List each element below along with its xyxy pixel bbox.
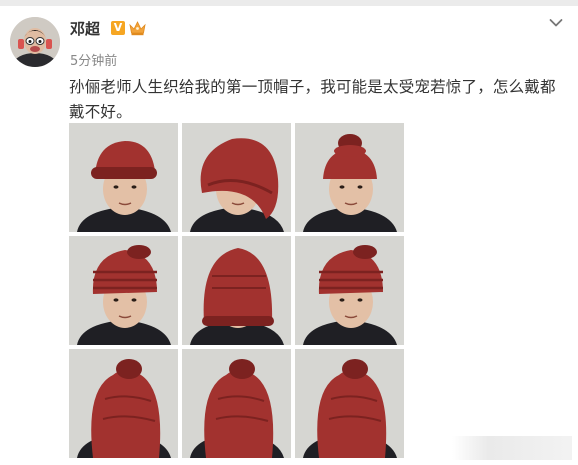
photo-hat-back[interactable] (182, 123, 291, 232)
photo-hat-full-cover-right[interactable] (295, 349, 404, 458)
post-text: 孙俪老师人生织给我的第一顶帽子，我可能是太受宠若惊了，怎么戴都戴不好。 (69, 78, 556, 121)
chevron-down-icon[interactable] (549, 18, 563, 28)
photo-hat-full-cover-front[interactable] (182, 349, 291, 458)
photo-hat-side-left[interactable] (69, 236, 178, 345)
avatar[interactable] (10, 17, 60, 67)
photo-hat-tilted[interactable] (295, 236, 404, 345)
photo-hat-over-eyes[interactable] (182, 236, 291, 345)
username[interactable]: 邓超 (70, 18, 100, 39)
photo-hat-full-cover-profile[interactable] (69, 349, 178, 458)
watermark (452, 436, 572, 460)
photo-hat-front[interactable] (295, 123, 404, 232)
crown-icon (129, 21, 146, 36)
verified-badge: V (111, 21, 125, 35)
photo-hat-front-left[interactable] (69, 123, 178, 232)
top-divider (0, 0, 578, 6)
post-timestamp: 5分钟前 (70, 54, 118, 69)
photo-grid (69, 123, 404, 465)
